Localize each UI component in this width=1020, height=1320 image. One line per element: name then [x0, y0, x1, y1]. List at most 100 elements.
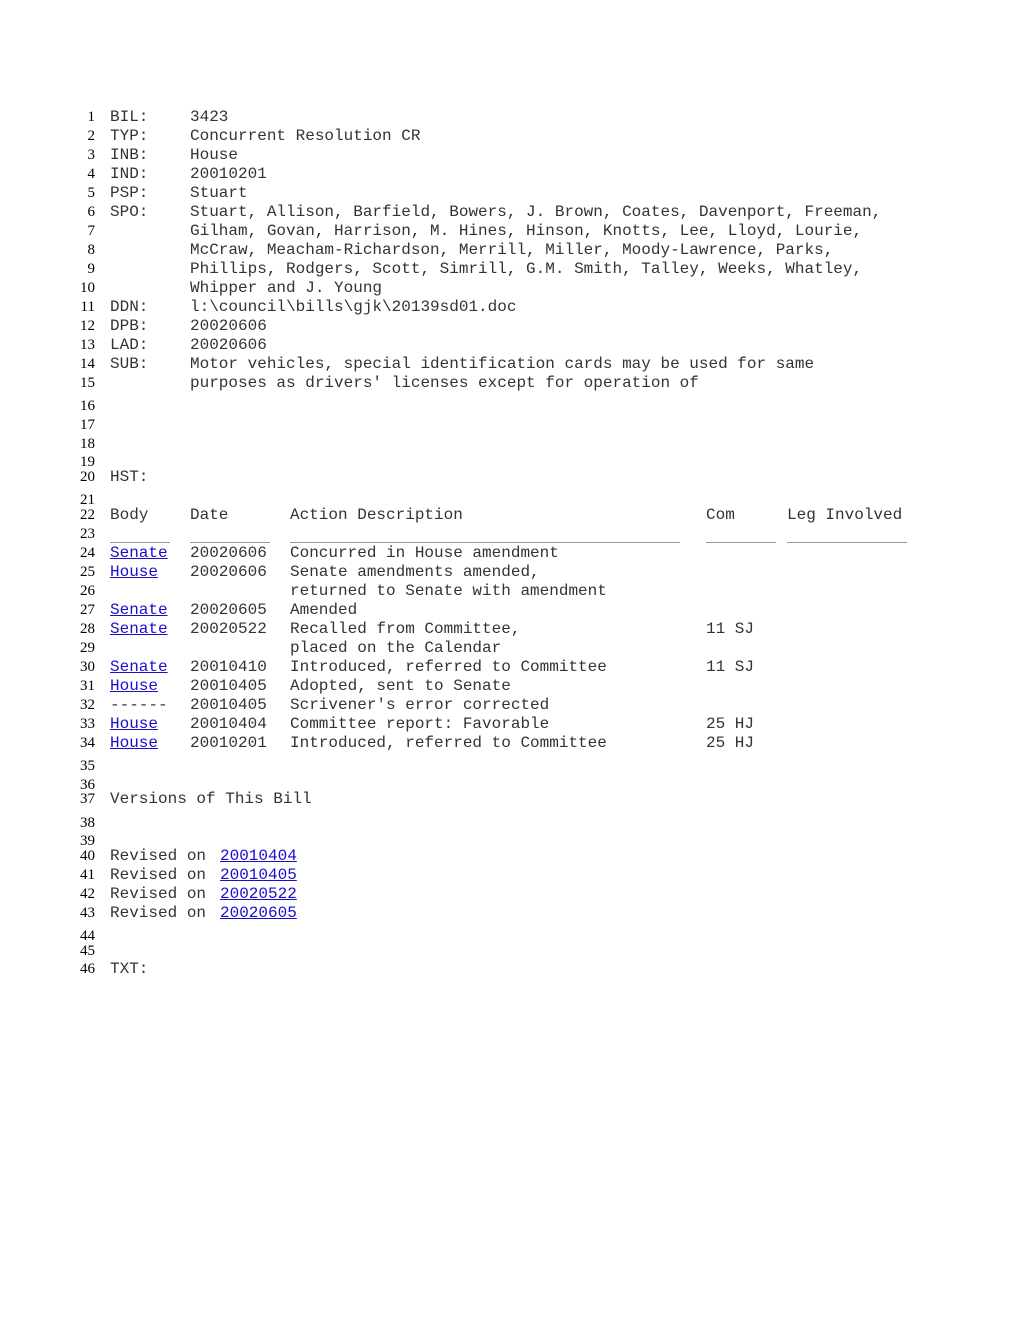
field-key: INB:: [110, 146, 149, 164]
body-link-senate[interactable]: Senate: [110, 658, 168, 677]
action-date: 20010404: [190, 715, 267, 733]
action-date: 20010405: [190, 677, 267, 695]
action-description: Adopted, sent to Senate: [290, 677, 511, 695]
line-number: 7: [87, 223, 96, 239]
version-link[interactable]: 20010404: [220, 847, 297, 866]
action-description: Introduced, referred to Committee: [290, 658, 607, 676]
blank-line: 17: [0, 416, 1020, 435]
field-value: Whipper and J. Young: [190, 279, 383, 297]
body-link-house[interactable]: House: [110, 563, 158, 582]
line-number: 34: [80, 735, 95, 751]
field-ind: 4 IND: 20010201: [0, 165, 1020, 184]
action-description: Scrivener's error corrected: [290, 696, 550, 714]
rule-action: [290, 542, 680, 543]
line-number: 20: [80, 469, 95, 485]
line-number: 27: [80, 602, 95, 618]
field-key: DDN:: [110, 298, 149, 316]
blank-line: 38: [0, 814, 1020, 833]
text-label: TXT:: [110, 960, 149, 978]
line-number: 3: [87, 147, 96, 163]
line-number: 42: [80, 886, 95, 902]
history-label: HST:: [110, 468, 149, 486]
field-key: BIL:: [110, 108, 149, 126]
action-date: 20020606: [190, 544, 267, 562]
field-spo-cont: 7 Gilham, Govan, Harrison, M. Hines, Hin…: [0, 222, 1020, 241]
versions-title-line: 37 Versions of This Bill: [0, 790, 1020, 809]
field-key: DPB:: [110, 317, 149, 335]
action-description: Senate amendments amended,: [290, 563, 540, 581]
line-number: 35: [80, 758, 95, 774]
field-value: 20020606: [190, 317, 267, 335]
line-number: 12: [80, 318, 95, 334]
field-value: McCraw, Meacham-Richardson, Merrill, Mil…: [190, 241, 834, 259]
line-number: 13: [80, 337, 95, 353]
line-number: 22: [80, 507, 95, 523]
col-header-body: Body: [110, 506, 149, 524]
line-number: 31: [80, 678, 95, 694]
field-spo-cont: 9 Phillips, Rodgers, Scott, Simrill, G.M…: [0, 260, 1020, 279]
history-row: 32 ------ 20010405 Scrivener's error cor…: [0, 696, 1020, 715]
blank-line: 35: [0, 757, 1020, 776]
version-link[interactable]: 20010405: [220, 866, 297, 885]
blank-line: 16: [0, 397, 1020, 416]
field-key: PSP:: [110, 184, 149, 202]
rule-leg: [787, 542, 907, 543]
action-description: Amended: [290, 601, 358, 619]
history-row: 24 Senate 20020606 Concurred in House am…: [0, 544, 1020, 563]
field-bil: 1 BIL: 3423: [0, 108, 1020, 127]
field-sub-cont: 15 purposes as drivers' licenses except …: [0, 374, 1020, 393]
line-number: 37: [80, 791, 95, 807]
action-description: Introduced, referred to Committee: [290, 734, 607, 752]
line-number: 45: [80, 943, 95, 959]
version-prefix: Revised on: [110, 885, 216, 903]
field-value: Concurrent Resolution CR: [190, 127, 421, 145]
history-row: 28 Senate 20020522 Recalled from Committ…: [0, 620, 1020, 639]
field-value: Gilham, Govan, Harrison, M. Hines, Hinso…: [190, 222, 863, 240]
line-number: 14: [80, 356, 95, 372]
line-number: 8: [87, 242, 96, 258]
version-link[interactable]: 20020605: [220, 904, 297, 923]
line-number: 18: [80, 436, 95, 452]
history-row: 27 Senate 20020605 Amended: [0, 601, 1020, 620]
history-row-cont: 29 placed on the Calendar: [0, 639, 1020, 658]
action-date: 20010410: [190, 658, 267, 676]
committee-ref: 11 SJ: [706, 658, 755, 676]
field-inb: 3 INB: House: [0, 146, 1020, 165]
body-link-senate[interactable]: Senate: [110, 544, 168, 563]
text-label-line: 46 TXT:: [0, 960, 1020, 979]
version-prefix: Revised on: [110, 904, 216, 922]
body-link-senate[interactable]: Senate: [110, 620, 168, 639]
field-spo-cont: 10 Whipper and J. Young: [0, 279, 1020, 298]
field-psp: 5 PSP: Stuart: [0, 184, 1020, 203]
history-row: 25 House 20020606 Senate amendments amen…: [0, 563, 1020, 582]
col-header-com: Com: [706, 506, 735, 524]
col-header-date: Date: [190, 506, 229, 524]
body-link-senate[interactable]: Senate: [110, 601, 168, 620]
line-number: 32: [80, 697, 95, 713]
line-number: 29: [80, 640, 95, 656]
field-lad: 13 LAD: 20020606: [0, 336, 1020, 355]
field-spo: 6 SPO: Stuart, Allison, Barfield, Bowers…: [0, 203, 1020, 222]
blank-line: 18: [0, 435, 1020, 454]
blank-line: 45: [0, 942, 1020, 961]
line-number: 26: [80, 583, 95, 599]
body-link-house[interactable]: House: [110, 715, 158, 734]
line-number: 5: [87, 185, 96, 201]
line-number: 43: [80, 905, 95, 921]
line-number: 40: [80, 848, 95, 864]
body-none: ------: [110, 696, 168, 714]
version-item: 41 Revised on 20010405: [0, 866, 1020, 885]
rule-date: [190, 542, 270, 543]
history-header-row: 22 Body Date Action Description Com Leg …: [0, 506, 1020, 525]
field-value: Phillips, Rodgers, Scott, Simrill, G.M. …: [190, 260, 863, 278]
body-link-house[interactable]: House: [110, 677, 158, 696]
version-link[interactable]: 20020522: [220, 885, 297, 904]
line-number: 33: [80, 716, 95, 732]
line-number: 46: [80, 961, 95, 977]
body-link-house[interactable]: House: [110, 734, 158, 753]
line-number: 38: [80, 815, 95, 831]
field-key: SPO:: [110, 203, 149, 221]
action-date: 20010201: [190, 734, 267, 752]
line-number: 17: [80, 417, 95, 433]
line-number: 25: [80, 564, 95, 580]
